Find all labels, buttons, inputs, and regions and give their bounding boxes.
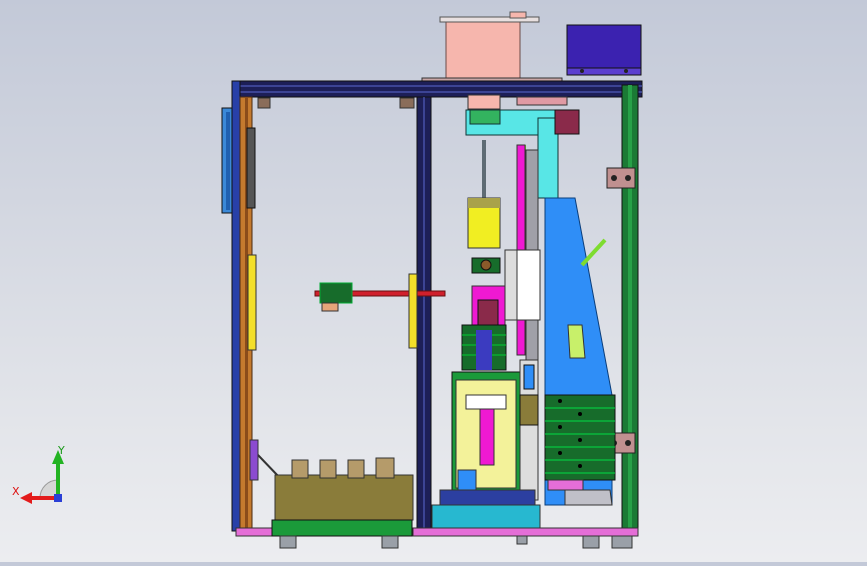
axis-triad: Y X [10,440,80,510]
top-pink-housing [445,19,521,82]
green-slider-block [319,282,353,304]
z-axis-marker [54,494,62,502]
valve-stack [544,394,616,481]
machine-model [221,11,643,549]
base-plate [412,527,639,537]
top-frame-beam [231,80,643,98]
x-axis-label: X [12,485,20,498]
y-axis-label: Y [58,444,65,457]
left-frame-post [231,80,241,532]
olive-tray [274,474,414,521]
top-purple-box [566,24,642,74]
cad-viewport[interactable] [0,0,867,562]
